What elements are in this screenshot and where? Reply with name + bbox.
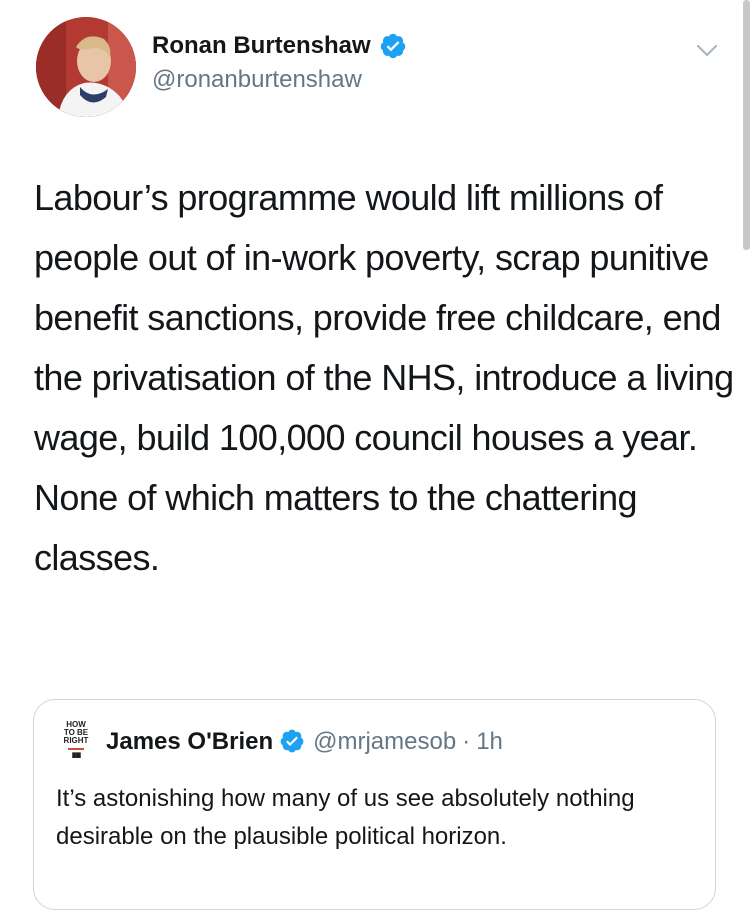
- verified-badge-icon: [279, 728, 307, 756]
- separator-dot: ·: [462, 728, 471, 755]
- tweet[interactable]: Ronan Burtenshaw @ronanburtenshaw Labour…: [0, 0, 750, 917]
- tweet-text: Labour’s programme would lift millions o…: [34, 177, 743, 578]
- author-display-name[interactable]: Ronan Burtenshaw: [152, 32, 371, 60]
- quoted-author-display-name[interactable]: James O'Brien: [106, 728, 273, 756]
- book-cover-stripe: [68, 748, 84, 750]
- quoted-tweet-text: It’s astonishing how many of us see abso…: [56, 785, 635, 850]
- quoted-author-row: James O'Brien @mrjamesob · 1h: [106, 728, 503, 756]
- scrollbar[interactable]: [743, 0, 750, 250]
- quoted-tweet[interactable]: HOW TO BE RIGHT ▮▮▮ James O'Brien @mrjam…: [33, 699, 716, 910]
- avatar-text-line: RIGHT: [63, 736, 89, 745]
- quoted-author-handle[interactable]: @mrjamesob: [313, 728, 456, 756]
- author-handle[interactable]: @ronanburtenshaw: [152, 66, 362, 94]
- chevron-down-icon[interactable]: [693, 36, 721, 64]
- author-avatar[interactable]: [36, 17, 136, 117]
- quoted-author-avatar[interactable]: HOW TO BE RIGHT ▮▮▮: [56, 721, 96, 767]
- book-cover-figures-icon: ▮▮▮: [71, 752, 82, 759]
- verified-badge-icon: [379, 32, 407, 60]
- quoted-tweet-time[interactable]: 1h: [476, 728, 503, 756]
- author-name-row: Ronan Burtenshaw: [152, 32, 407, 60]
